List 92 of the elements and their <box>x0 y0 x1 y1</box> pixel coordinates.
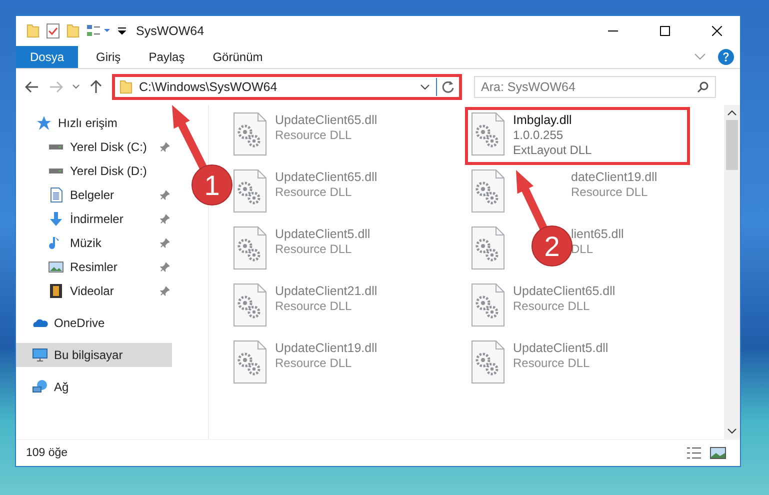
gear-file-icon <box>471 340 505 384</box>
file-detail: 1.0.0.255 <box>513 128 564 142</box>
download-arrow-icon <box>48 211 64 227</box>
details-view-icon[interactable] <box>686 447 702 459</box>
file-detail: Resource DLL <box>275 242 353 256</box>
computer-icon <box>32 347 48 363</box>
file-detail: DLL <box>571 242 594 256</box>
picture-icon <box>48 259 64 275</box>
gear-file-icon <box>471 283 505 327</box>
step-number: 2 <box>544 231 560 262</box>
folder-icon <box>66 24 80 38</box>
file-name: Imbglay.dll <box>513 113 573 127</box>
file-name: UpdateClient21.dll <box>275 284 378 298</box>
view-options-icon[interactable] <box>86 24 112 38</box>
address-bar[interactable]: C:\Windows\SysWOW64 <box>112 74 462 100</box>
sidebar-item[interactable]: Belgeler <box>16 183 172 207</box>
selected-file-item[interactable]: Imbglay.dll 1.0.0.255 ExtLayout DLL <box>465 107 690 165</box>
drive-icon <box>48 168 64 174</box>
ribbon-tab[interactable]: Giriş <box>82 46 135 68</box>
sidebar-item[interactable]: Yerel Disk (C:) <box>16 135 172 159</box>
file-name: UpdateClient5.dll <box>275 227 370 241</box>
up-arrow-icon[interactable] <box>90 80 102 94</box>
search-icon <box>697 81 709 93</box>
folder-icon <box>26 24 40 38</box>
file-detail: Resource DLL <box>275 128 353 142</box>
step-marker <box>192 164 232 206</box>
star-icon <box>36 115 52 131</box>
pin-icon[interactable] <box>160 262 170 272</box>
sidebar-item[interactable]: Videolar <box>16 279 172 303</box>
ribbon-tab[interactable]: Paylaş <box>134 46 199 68</box>
sidebar-item[interactable]: Resimler <box>16 255 172 279</box>
file-name: lient65.dll <box>571 227 624 241</box>
file-name: UpdateClient65.dll <box>275 170 378 184</box>
sidebar-item[interactable]: Hızlı erişim <box>16 111 172 135</box>
chevron-down-icon[interactable] <box>72 84 80 90</box>
gear-file-icon <box>233 112 267 156</box>
pin-icon[interactable] <box>160 238 170 248</box>
file-detail: Resource DLL <box>275 299 353 313</box>
file-name: UpdateClient19.dll <box>275 341 378 355</box>
search-field[interactable]: Ara: SysWOW64 <box>474 76 716 98</box>
sidebar-item[interactable]: OneDrive <box>16 311 172 335</box>
sidebar-item[interactable]: Bu bilgisayar <box>16 343 172 367</box>
dropdown-caret-icon[interactable] <box>420 84 430 90</box>
file-detail: ExtLayout DLL <box>513 143 592 157</box>
scroll-down-icon[interactable] <box>727 428 737 434</box>
scrollbar[interactable] <box>724 105 740 439</box>
sidebar-item[interactable]: İndirmeler <box>16 207 172 231</box>
drive-icon <box>48 144 64 150</box>
pin-icon[interactable] <box>160 286 170 296</box>
step-marker <box>532 226 572 266</box>
window-title: SysWOW64 <box>136 24 206 38</box>
step-number: 1 <box>204 170 220 201</box>
gear-file-icon <box>471 226 505 270</box>
pin-icon[interactable] <box>160 142 170 152</box>
back-arrow-icon[interactable] <box>25 81 39 93</box>
document-icon <box>48 187 64 203</box>
file-detail: Resource DLL <box>513 299 591 313</box>
file-detail: Resource DLL <box>275 356 353 370</box>
ribbon-tab[interactable]: Dosya <box>16 46 78 68</box>
file-name: dateClient19.dll <box>571 170 658 184</box>
gear-file-icon <box>471 112 505 156</box>
maximize-icon[interactable] <box>660 26 670 36</box>
large-icons-view-icon[interactable] <box>710 447 726 459</box>
file-name: UpdateClient5.dll <box>513 341 608 355</box>
dropdown-caret-icon[interactable] <box>118 27 126 35</box>
film-icon <box>48 283 64 299</box>
file-name: UpdateClient65.dll <box>275 113 378 127</box>
file-detail: Resource DLL <box>571 185 649 199</box>
pin-icon[interactable] <box>160 214 170 224</box>
gear-file-icon <box>471 169 505 213</box>
gear-file-icon <box>233 283 267 327</box>
expand-ribbon-icon[interactable] <box>694 53 706 61</box>
file-detail: Resource DLL <box>513 356 591 370</box>
network-icon <box>32 379 48 395</box>
scroll-up-icon[interactable] <box>727 110 737 116</box>
file-name: UpdateClient65.dll <box>513 284 616 298</box>
sidebar-item[interactable]: Müzik <box>16 231 172 255</box>
gear-file-icon <box>233 226 267 270</box>
pin-icon[interactable] <box>160 190 170 200</box>
ribbon-tab[interactable]: Görünüm <box>198 46 277 68</box>
item-count: 109 öğe <box>26 447 69 459</box>
folder-icon <box>119 80 133 94</box>
sidebar-item[interactable]: Ağ <box>16 375 172 399</box>
gear-file-icon <box>233 169 267 213</box>
minimize-icon[interactable] <box>608 30 618 32</box>
gear-file-icon <box>233 340 267 384</box>
file-detail: Resource DLL <box>275 185 353 199</box>
scrollbar-thumb[interactable] <box>726 120 738 170</box>
properties-icon[interactable] <box>46 23 60 39</box>
help-icon[interactable] <box>718 49 734 65</box>
sidebar-item[interactable]: Yerel Disk (D:) <box>16 159 172 183</box>
close-icon[interactable] <box>712 26 722 36</box>
